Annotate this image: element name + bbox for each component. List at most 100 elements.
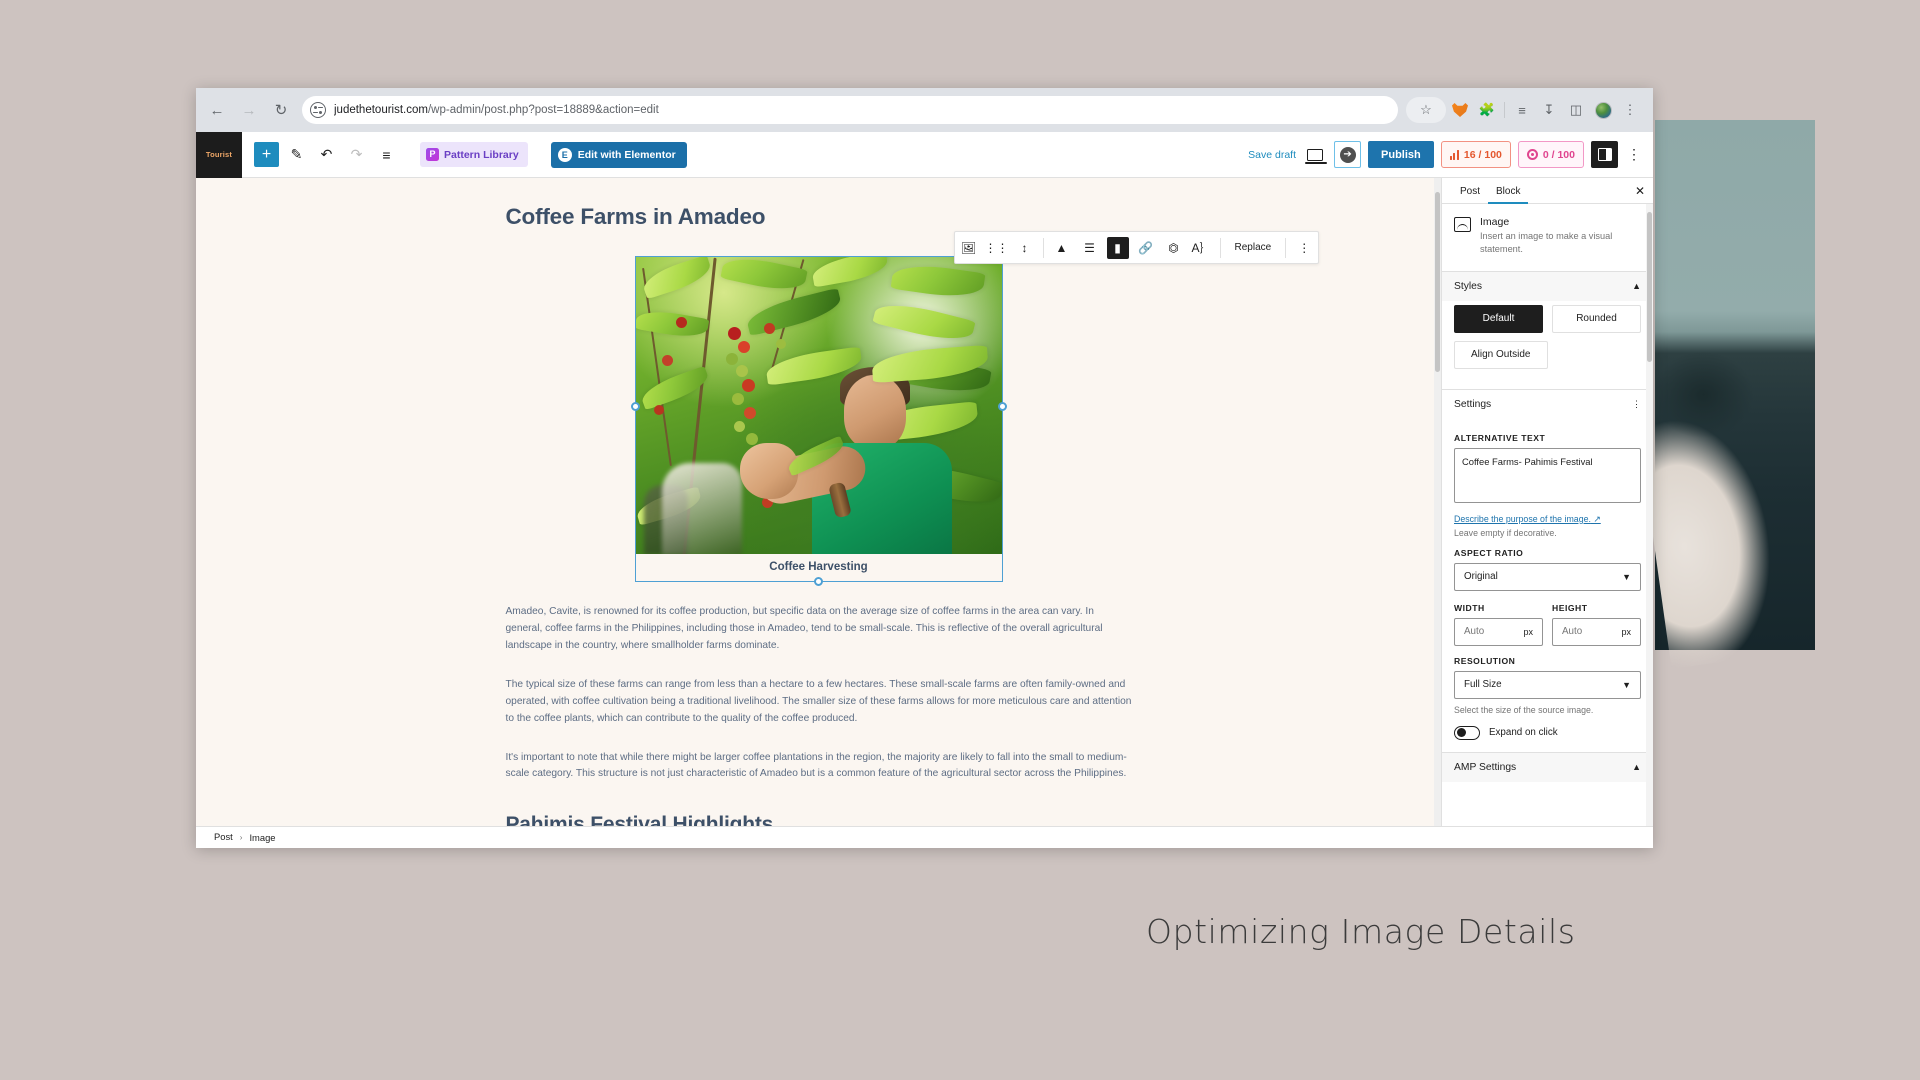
settings-section-title: Settings [1454, 399, 1491, 410]
breadcrumb-separator: › [240, 833, 243, 842]
amp-settings-header[interactable]: AMP Settings ▲ [1442, 752, 1653, 782]
describe-image-link[interactable]: Describe the purpose of the image. ↗ [1454, 514, 1641, 525]
editor-toolbar-left: + ✎ ↶ ↷ ≡ P Pattern Library E Edit with … [242, 142, 687, 168]
preview-desktop-icon[interactable] [1303, 149, 1327, 161]
style-options-row-2: Align Outside [1454, 341, 1641, 369]
add-caption-icon[interactable]: ▮ [1107, 237, 1129, 259]
height-input[interactable]: Auto px [1552, 618, 1641, 646]
toolbar-divider [1504, 102, 1505, 118]
crop-icon[interactable]: ⏣ [1160, 232, 1188, 263]
site-logo[interactable]: Tourist [196, 132, 242, 178]
image-block-selected[interactable]: 🖼 ⋮⋮ ↕ ▲ ☰ ▮ 🔗 ⏣ ﹵A｝ [635, 256, 1003, 582]
settings-options-icon[interactable]: ⋮ [1632, 399, 1641, 410]
paragraph-3[interactable]: It's important to note that while there … [504, 750, 1134, 784]
paragraph-1[interactable]: Amadeo, Cavite, is renowned for its coff… [504, 604, 1134, 655]
image-block-icon[interactable]: 🖼 [955, 232, 983, 263]
page-title[interactable]: Coffee Farms in Amadeo [504, 204, 1134, 230]
resize-handle-left[interactable] [631, 402, 640, 411]
back-arrow-icon[interactable]: ← [202, 95, 232, 125]
style-option-default[interactable]: Default [1454, 305, 1543, 333]
change-alignment-icon[interactable]: ▲ [1048, 232, 1076, 263]
chevron-up-icon[interactable]: ▲ [1632, 762, 1641, 772]
expand-on-click-toggle[interactable] [1454, 726, 1480, 740]
jetpack-icon[interactable]: ➔ [1334, 141, 1361, 168]
alt-text-input[interactable] [1454, 448, 1641, 503]
browser-menu-icon[interactable]: ⋮ [1617, 97, 1643, 123]
settings-section-body: ALTERNATIVE TEXT Describe the purpose of… [1442, 419, 1653, 752]
drag-handle-icon[interactable]: ⋮⋮ [983, 232, 1011, 263]
pattern-library-badge-icon: P [426, 148, 439, 161]
save-draft-button[interactable]: Save draft [1248, 149, 1296, 161]
breadcrumb-item-post[interactable]: Post [214, 831, 233, 844]
reading-list-icon[interactable]: ≡ [1509, 97, 1535, 123]
site-settings-icon[interactable] [310, 102, 326, 118]
url-domain: judethetourist.com [334, 104, 428, 116]
seo-score-badge[interactable]: 16 / 100 [1441, 141, 1511, 168]
width-placeholder: Auto [1464, 626, 1484, 637]
forward-arrow-icon[interactable]: → [234, 95, 264, 125]
expand-on-click-row[interactable]: Expand on click [1454, 726, 1641, 740]
add-block-button[interactable]: + [254, 142, 279, 167]
chevron-up-icon[interactable]: ▲ [1632, 281, 1641, 291]
resize-handle-right[interactable] [998, 402, 1007, 411]
url-text: judethetourist.com/wp-admin/post.php?pos… [334, 104, 659, 116]
replace-button[interactable]: Replace [1225, 232, 1282, 263]
downloads-icon[interactable]: ↧ [1536, 97, 1562, 123]
block-description: Insert an image to make a visual stateme… [1480, 230, 1641, 257]
style-option-align-outside[interactable]: Align Outside [1454, 341, 1548, 369]
text-over-image-icon[interactable]: ﹵A｝ [1188, 232, 1216, 263]
canvas-scroll-thumb[interactable] [1435, 192, 1440, 372]
background-photo-shadow [1655, 330, 1775, 460]
block-options-icon[interactable]: ⋮ [1290, 232, 1318, 263]
sidebar-scrollbar[interactable] [1646, 204, 1653, 826]
publish-button[interactable]: Publish [1368, 141, 1434, 168]
settings-sidebar: Post Block ✕ Image Insert an image to ma… [1441, 178, 1653, 826]
pencil-tools-icon[interactable]: ✎ [284, 142, 309, 167]
pattern-library-button[interactable]: P Pattern Library [420, 142, 528, 167]
post-image[interactable] [636, 257, 1002, 554]
section-heading[interactable]: Pahimis Festival Highlights [504, 813, 1134, 826]
sidebar-scroll-thumb[interactable] [1647, 212, 1652, 362]
browser-window: ← → ↻ judethetourist.com/wp-admin/post.p… [196, 88, 1653, 848]
side-panel-icon[interactable]: ◫ [1563, 97, 1589, 123]
editor-canvas: Coffee Farms in Amadeo 🖼 ⋮⋮ ↕ ▲ ☰ ▮ [196, 178, 1441, 826]
image-block-icon [1454, 217, 1471, 232]
breadcrumb-item-image[interactable]: Image [249, 832, 275, 843]
style-option-rounded[interactable]: Rounded [1552, 305, 1641, 333]
align-text-icon[interactable]: ☰ [1076, 232, 1104, 263]
height-field: HEIGHT Auto px [1552, 593, 1641, 646]
edit-with-elementor-button[interactable]: E Edit with Elementor [551, 142, 687, 168]
aspect-ratio-select[interactable]: Original ▼ [1454, 563, 1641, 591]
address-bar[interactable]: judethetourist.com/wp-admin/post.php?pos… [302, 96, 1398, 124]
resolution-select[interactable]: Full Size ▼ [1454, 671, 1641, 699]
link-icon[interactable]: 🔗 [1132, 232, 1160, 263]
reload-icon[interactable]: ↻ [266, 95, 296, 125]
readability-score-badge[interactable]: 0 / 100 [1518, 141, 1584, 168]
close-panel-icon[interactable]: ✕ [1635, 184, 1645, 198]
canvas-scrollbar[interactable] [1434, 178, 1441, 826]
more-options-icon[interactable]: ⋮ [1625, 142, 1643, 167]
width-input[interactable]: Auto px [1454, 618, 1543, 646]
metamask-extension-icon[interactable] [1447, 97, 1473, 123]
undo-icon[interactable]: ↶ [314, 142, 339, 167]
elementor-label: Edit with Elementor [578, 149, 676, 161]
paragraph-2[interactable]: The typical size of these farms can rang… [504, 677, 1134, 728]
seo-score-value: 16 / 100 [1464, 149, 1502, 161]
extensions-puzzle-icon[interactable]: 🧩 [1474, 97, 1500, 123]
site-logo-text: Tourist [206, 150, 232, 159]
url-path: /wp-admin/post.php?post=18889&action=edi… [428, 104, 659, 116]
redo-icon[interactable]: ↷ [344, 142, 369, 167]
width-field: WIDTH Auto px [1454, 593, 1543, 646]
profile-avatar-icon[interactable] [1590, 97, 1616, 123]
tab-post[interactable]: Post [1452, 186, 1488, 203]
alt-text-label: ALTERNATIVE TEXT [1454, 433, 1641, 443]
styles-section-header[interactable]: Styles ▲ [1442, 271, 1653, 301]
list-view-icon[interactable]: ≡ [374, 142, 399, 167]
move-up-down-icon[interactable]: ↕ [1011, 232, 1039, 263]
editor-top-toolbar: Tourist + ✎ ↶ ↷ ≡ P Pattern Library E Ed… [196, 132, 1653, 178]
settings-sidebar-icon[interactable] [1591, 141, 1618, 168]
amp-settings-title: AMP Settings [1454, 762, 1516, 773]
resize-handle-bottom[interactable] [814, 577, 823, 586]
tab-block[interactable]: Block [1488, 186, 1528, 203]
bookmark-star-icon[interactable]: ☆ [1406, 97, 1446, 123]
